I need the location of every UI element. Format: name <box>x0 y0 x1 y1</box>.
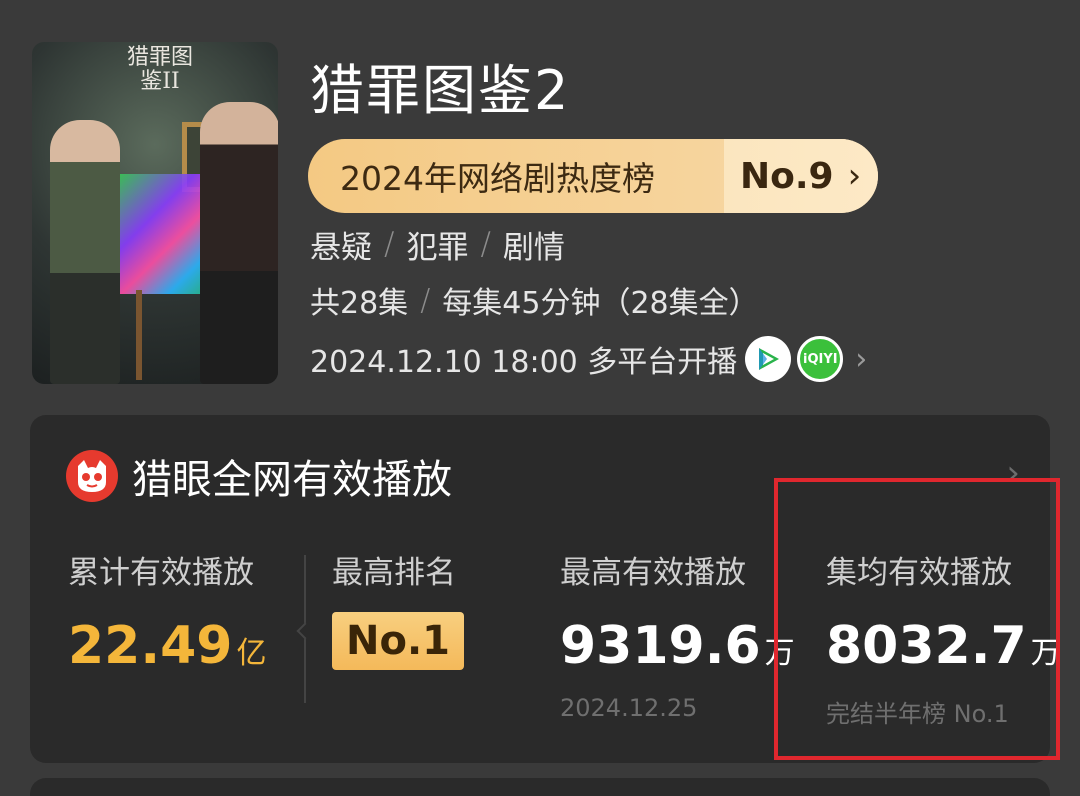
stat-note: 完结半年榜 No.1 <box>826 700 1009 728</box>
genre-list: 悬疑 / 犯罪 / 剧情 <box>310 222 565 266</box>
stat-top-rank: 最高排名 No.1 <box>332 547 464 670</box>
chevron-right-icon[interactable]: › <box>1006 453 1020 493</box>
heat-ranking-pill[interactable]: 2024年网络剧热度榜 No.9 › <box>308 139 878 213</box>
stat-unit: 万 <box>1030 636 1061 671</box>
premiere-text: 2024.12.10 18:00 多平台开播 <box>310 345 738 380</box>
divider-notch <box>296 622 314 640</box>
stat-label: 最高有效播放 <box>560 555 746 591</box>
iqiyi-icon: iQIYI <box>797 336 844 382</box>
maoyan-stats-card: 猎眼全网有效播放 › 累计有效播放 22.49 亿 最高排名 No.1 最高有效… <box>30 415 1061 763</box>
rank-badge: No.1 <box>332 612 464 670</box>
stat-number: 9319.6 <box>560 616 761 676</box>
stat-date: 2024.12.25 <box>560 694 698 722</box>
episode-separator: / <box>420 282 431 318</box>
ranking-position: No.9 › <box>724 139 878 213</box>
stat-value: 22.49 亿 <box>68 616 266 676</box>
chevron-right-icon: › <box>847 156 862 196</box>
stat-value: 9319.6 万 <box>560 616 795 676</box>
poster-easel-art <box>136 290 206 380</box>
genre-tag: 犯罪 <box>406 229 469 266</box>
chevron-right-icon: › <box>855 341 868 377</box>
stat-label: 集均有效播放 <box>826 555 1012 591</box>
genre-separator: / <box>384 226 395 262</box>
next-card-edge <box>30 778 1050 796</box>
stat-unit: 亿 <box>236 636 267 671</box>
episode-length: 每集45分钟（28集全） <box>442 286 759 321</box>
episode-count: 共28集 <box>310 286 409 321</box>
stat-unit: 万 <box>764 636 795 671</box>
premiere-row[interactable]: 2024.12.10 18:00 多平台开播 iQIYI › <box>310 334 867 384</box>
stat-peak-plays: 最高有效播放 9319.6 万 2024.12.25 <box>560 547 795 722</box>
stat-average-plays: 集均有效播放 8032.7 万 完结半年榜 No.1 <box>826 547 1061 729</box>
stat-total-plays: 累计有效播放 22.49 亿 <box>68 547 266 676</box>
poster-actor-right <box>200 102 278 384</box>
tencent-video-icon <box>745 336 792 382</box>
stat-label: 累计有效播放 <box>68 555 254 591</box>
show-title: 猎罪图鉴2 <box>310 59 571 122</box>
card-title: 猎眼全网有效播放 <box>132 457 452 503</box>
card-header[interactable]: 猎眼全网有效播放 <box>66 447 452 505</box>
ranking-position-text: No.9 <box>740 155 834 197</box>
poster-actor-left <box>50 120 120 384</box>
drama-poster[interactable]: 猎罪图鉴II <box>32 42 278 384</box>
stat-number: 8032.7 <box>826 616 1027 676</box>
poster-title-text: 猎罪图鉴II <box>126 45 193 94</box>
genre-tag: 悬疑 <box>310 229 372 266</box>
maoyan-cat-icon <box>66 450 118 502</box>
episode-info: 共28集 / 每集45分钟（28集全） <box>310 278 759 322</box>
ranking-label: 2024年网络剧热度榜 <box>340 159 655 198</box>
stat-label: 最高排名 <box>332 555 456 591</box>
genre-tag: 剧情 <box>502 229 565 266</box>
stat-number: 22.49 <box>68 616 233 676</box>
genre-separator: / <box>480 226 491 262</box>
stat-value: 8032.7 万 <box>826 616 1061 676</box>
